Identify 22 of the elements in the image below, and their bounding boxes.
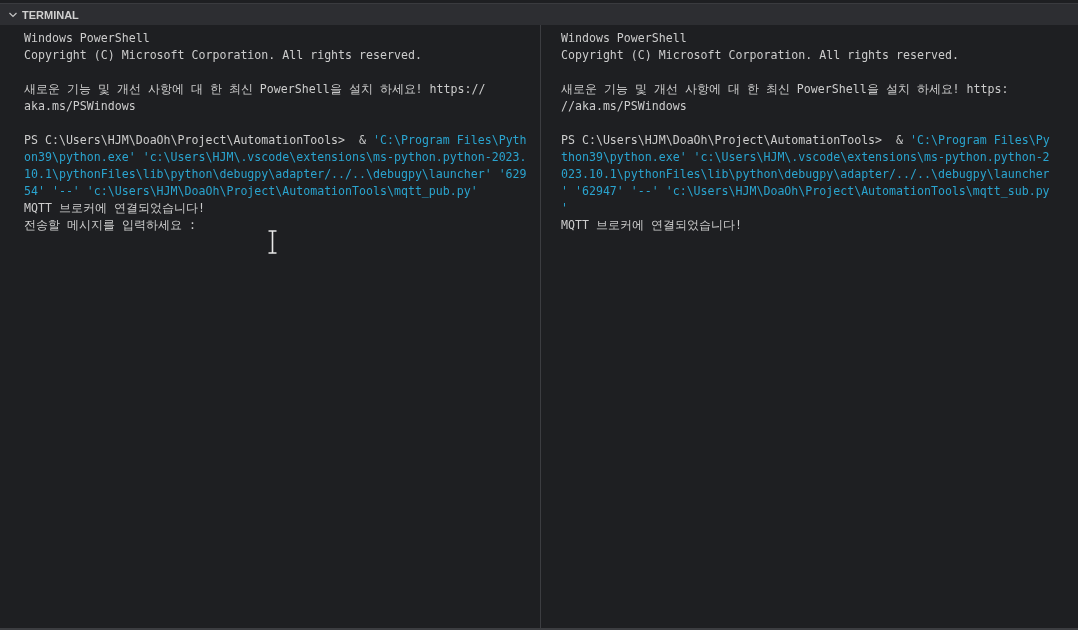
terminal-line: ' '62947' '--' 'c:\Users\HJM\DoaOh\Project\AutomationTools\mqtt_sub.py <box>561 183 1050 200</box>
panel-title[interactable]: TERMINAL <box>22 8 79 21</box>
terminal-line: //aka.ms/PSWindows <box>561 98 687 115</box>
terminal-line: 10.1\pythonFiles\lib\python\debugpy\adapter/../..\debugpy\launcher' '629 <box>24 166 527 183</box>
terminal-line: Copyright (C) Microsoft Corporation. All rights reserved. <box>561 47 959 64</box>
terminal-line: 새로운 기능 및 개선 사항에 대 한 최신 PowerShell을 설치 하세요! https: <box>561 81 1009 98</box>
terminal-line: 54' '--' 'c:\Users\HJM\DoaOh\Project\AutomationTools\mqtt_pub.py' <box>24 183 478 200</box>
terminal-line: 새로운 기능 및 개선 사항에 대 한 최신 PowerShell을 설치 하세요! https:// <box>24 81 486 98</box>
terminal-line: MQTT 브로커에 연결되었습니다! <box>24 200 205 217</box>
terminal-line: thon39\python.exe' 'c:\Users\HJM\.vscode\extensions\ms-python.python-2 <box>561 149 1050 166</box>
terminal-line: MQTT 브로커에 연결되었습니다! <box>561 217 742 234</box>
terminal-line: aka.ms/PSWindows <box>24 98 136 115</box>
text-cursor-icon <box>268 230 277 254</box>
terminal-line: on39\python.exe' 'c:\Users\HJM\.vscode\extensions\ms-python.python-2023. <box>24 149 527 166</box>
terminal-line: 전송할 메시지를 입력하세요 : <box>24 217 196 234</box>
terminal-line: 023.10.1\pythonFiles\lib\python\debugpy\adapter/../..\debugpy\launcher <box>561 166 1050 183</box>
terminal-line: Windows PowerShell <box>561 30 687 47</box>
terminal-line: PS C:\Users\HJM\DoaOh\Project\AutomationTools> & 'C:\Program Files\Py <box>561 132 1050 149</box>
terminal-line: Windows PowerShell <box>24 30 150 47</box>
terminal-line: PS C:\Users\HJM\DoaOh\Project\AutomationTools> & 'C:\Program Files\Pyth <box>24 132 527 149</box>
terminal-line: Copyright (C) Microsoft Corporation. All rights reserved. <box>24 47 422 64</box>
terminal-line: ' <box>561 200 568 217</box>
